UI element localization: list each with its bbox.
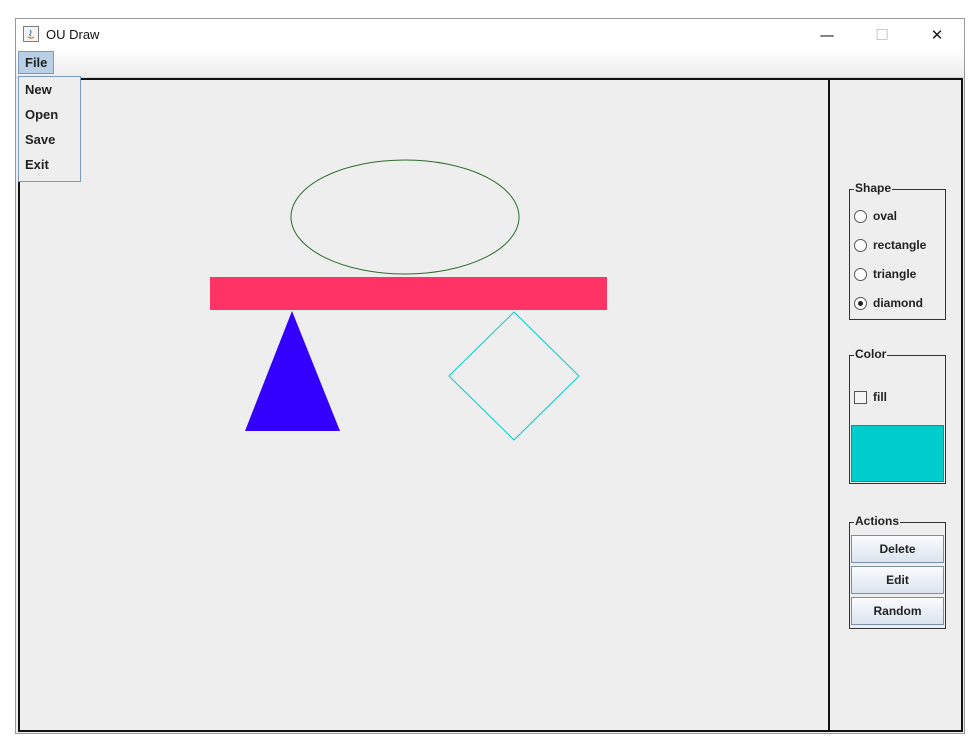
shape-group: Shape oval rectangle triangle diamond — [849, 181, 946, 320]
radio-button[interactable] — [854, 267, 867, 281]
diamond-shape[interactable] — [448, 311, 580, 441]
radio-label: rectangle — [873, 238, 927, 252]
menu-item-new[interactable]: New — [25, 80, 52, 100]
oval-shape[interactable] — [290, 159, 520, 275]
rectangle-shape[interactable] — [210, 277, 607, 310]
maximize-button[interactable]: ☐ — [859, 19, 905, 50]
color-group: Color fill — [849, 347, 946, 484]
drawing-canvas[interactable] — [18, 78, 830, 732]
actions-group: Actions Delete Edit Random — [849, 514, 946, 629]
fill-checkbox[interactable] — [854, 390, 867, 404]
edit-button[interactable]: Edit — [851, 566, 944, 594]
fill-label: fill — [873, 390, 887, 404]
minimize-button[interactable]: — — [804, 19, 850, 50]
menu-bar: File — [16, 50, 964, 78]
app-window: OU Draw — ☐ ✕ File Shape oval rectangle — [15, 18, 965, 734]
random-button[interactable]: Random — [851, 597, 944, 625]
radio-label: diamond — [873, 296, 923, 310]
window-title: OU Draw — [46, 27, 100, 42]
java-app-icon — [23, 26, 39, 42]
side-panel: Shape oval rectangle triangle diamond Co… — [830, 78, 963, 732]
menu-item-exit[interactable]: Exit — [25, 155, 49, 175]
radio-button[interactable] — [854, 209, 867, 223]
shape-option-oval[interactable]: oval — [854, 207, 897, 225]
radio-button[interactable] — [854, 238, 867, 252]
delete-button[interactable]: Delete — [851, 535, 944, 563]
shape-option-diamond[interactable]: diamond — [854, 294, 923, 312]
menu-item-save[interactable]: Save — [25, 130, 55, 150]
triangle-shape[interactable] — [245, 311, 340, 431]
actions-legend: Actions — [854, 514, 901, 528]
title-bar: OU Draw — ☐ ✕ — [16, 19, 964, 50]
radio-button-selected[interactable] — [854, 296, 867, 310]
color-legend: Color — [854, 347, 888, 361]
shape-legend: Shape — [854, 181, 893, 195]
file-menu[interactable]: File — [18, 51, 55, 74]
close-button[interactable]: ✕ — [914, 19, 960, 50]
color-swatch[interactable] — [851, 425, 944, 482]
radio-label: triangle — [873, 267, 917, 281]
menu-item-open[interactable]: Open — [25, 105, 58, 125]
radio-label: oval — [873, 209, 898, 223]
file-menu-dropdown: New Open Save Exit — [18, 76, 81, 182]
shape-option-triangle[interactable]: triangle — [854, 265, 916, 283]
shape-option-rectangle[interactable]: rectangle — [854, 236, 926, 254]
fill-checkbox-row[interactable]: fill — [854, 389, 887, 405]
